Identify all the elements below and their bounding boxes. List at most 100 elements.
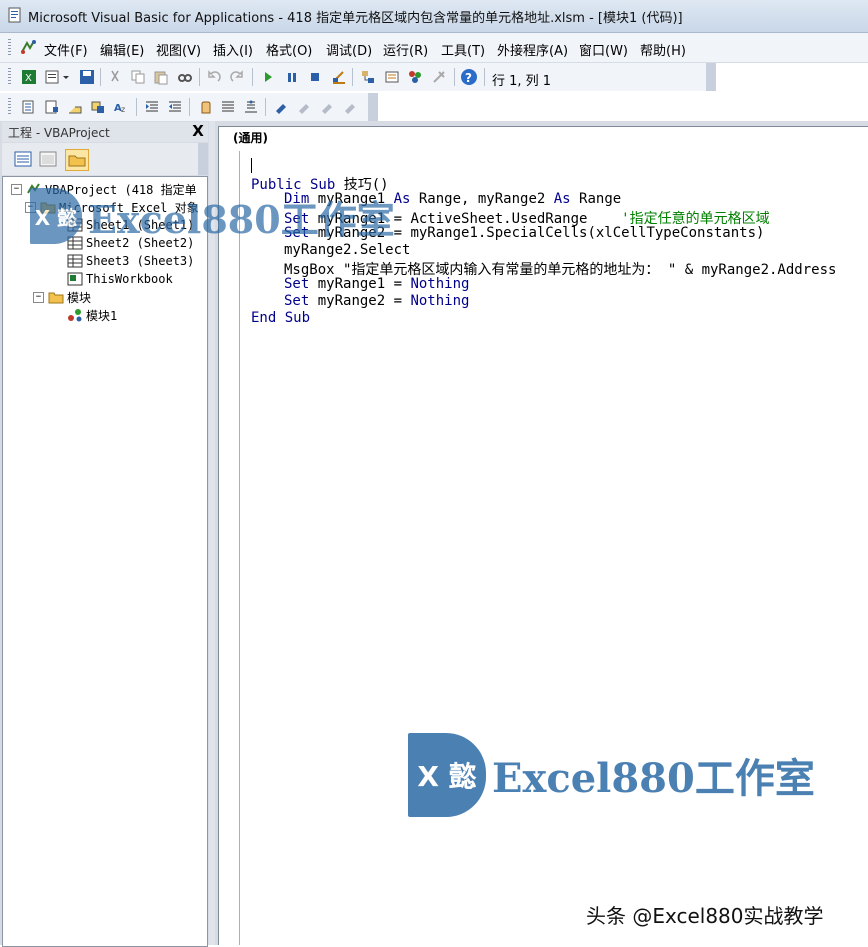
separator (199, 68, 200, 86)
edit-toolbar: Az (0, 93, 378, 121)
menu-bar: 文件(F) 编辑(E) 视图(V) 插入(I) 格式(O) 调试(D) 运行(R… (0, 33, 868, 63)
menu-insert[interactable]: 插入(I) (213, 40, 253, 59)
vba-app-icon (8, 7, 21, 23)
separator (484, 68, 485, 86)
toggle-folders-icon[interactable] (65, 149, 89, 171)
footer-watermark: 头条 @Excel880实战教学 (586, 904, 824, 928)
separator (136, 98, 137, 116)
code-line[interactable]: Set myRange1 = Nothing (284, 276, 469, 292)
menu-tools[interactable]: 工具(T) (441, 40, 485, 59)
next-bookmark-icon[interactable] (295, 98, 313, 116)
close-icon[interactable]: X (190, 122, 206, 140)
module-icon (68, 309, 82, 322)
view-excel-icon[interactable]: X (20, 68, 38, 86)
text-cursor (251, 158, 252, 173)
menu-help[interactable]: 帮助(H) (640, 40, 686, 59)
comment-block-icon[interactable] (219, 98, 237, 116)
separator (252, 68, 253, 86)
svg-text:z: z (121, 105, 125, 114)
toggle-breakpoint-icon[interactable] (196, 98, 214, 116)
save-icon[interactable] (78, 68, 96, 86)
splitter[interactable] (209, 121, 215, 945)
svg-text:?: ? (465, 71, 472, 85)
design-mode-icon[interactable] (330, 68, 348, 86)
view-object-icon[interactable] (37, 149, 59, 169)
outdent-icon[interactable] (166, 98, 184, 116)
menu-edit[interactable]: 编辑(E) (100, 40, 144, 59)
project-explorer-title: 工程 - VBAProject (8, 126, 110, 140)
toggle-bookmark-icon[interactable] (272, 98, 290, 116)
menu-view[interactable]: 视图(V) (156, 40, 201, 59)
indent-icon[interactable] (143, 98, 161, 116)
cut-icon[interactable] (106, 68, 124, 86)
toolbar-overflow[interactable] (198, 143, 208, 175)
vba-menu-icon[interactable] (18, 38, 38, 56)
menu-addins[interactable]: 外接程序(A) (497, 40, 568, 59)
separator (100, 68, 101, 86)
toolbar-overflow[interactable] (706, 63, 716, 91)
find-icon[interactable] (176, 68, 194, 86)
list-constants-icon[interactable] (43, 98, 61, 116)
undo-icon[interactable] (205, 68, 223, 86)
toolbar-grip[interactable] (8, 39, 11, 57)
complete-word-icon[interactable]: Az (112, 98, 130, 116)
properties-icon[interactable] (383, 68, 401, 86)
project-explorer-icon[interactable] (359, 68, 377, 86)
separator (265, 98, 266, 116)
menu-file[interactable]: 文件(F) (44, 40, 88, 59)
dropdown-arrow-icon[interactable] (61, 68, 71, 86)
menu-format[interactable]: 格式(O) (266, 40, 312, 59)
tree-item-module1[interactable]: 模块1 (67, 306, 117, 324)
watermark-logo-icon: X 懿 (30, 188, 82, 244)
run-icon[interactable] (259, 68, 277, 86)
separator (352, 68, 353, 86)
standard-toolbar: X ? 行 1, 列 1 (0, 63, 716, 91)
redo-icon[interactable] (228, 68, 246, 86)
code-window-header: (通用) (218, 126, 868, 152)
collapse-icon[interactable]: − (11, 183, 22, 195)
toolbar-grip[interactable] (8, 98, 11, 116)
tree-item-thisworkbook[interactable]: ThisWorkbook (67, 270, 173, 288)
menu-window[interactable]: 窗口(W) (579, 40, 628, 59)
separator (454, 68, 455, 86)
code-line[interactable]: myRange2.Select (284, 242, 410, 258)
project-explorer-header: 工程 - VBAProject X (2, 122, 208, 142)
toolbox-icon[interactable] (430, 68, 448, 86)
collapse-icon[interactable]: − (33, 291, 44, 303)
title-bar: Microsoft Visual Basic for Applications … (0, 0, 868, 33)
watermark-brand: Excel880工作室 (88, 196, 395, 242)
toolbar-overflow[interactable] (368, 93, 378, 121)
object-browser-icon[interactable] (406, 68, 424, 86)
code-line[interactable]: Set myRange2 = Nothing (284, 293, 469, 309)
menu-debug[interactable]: 调试(D) (326, 40, 372, 59)
list-properties-icon[interactable] (20, 98, 38, 116)
workbook-icon (67, 272, 83, 286)
cursor-position: 行 1, 列 1 (492, 74, 552, 89)
tree-item-modules[interactable]: − 模块 (33, 288, 91, 306)
copy-icon[interactable] (129, 68, 147, 86)
quick-info-icon[interactable] (66, 98, 84, 116)
pause-icon[interactable] (283, 68, 301, 86)
object-combobox[interactable]: (通用) (219, 127, 379, 151)
watermark-logo-icon: X 懿 (408, 733, 486, 817)
view-code-icon[interactable] (12, 149, 34, 169)
stop-icon[interactable] (306, 68, 324, 86)
parameter-info-icon[interactable] (89, 98, 107, 116)
insert-module-icon[interactable] (43, 68, 61, 86)
clear-bookmarks-icon[interactable] (341, 98, 359, 116)
folder-icon (48, 292, 64, 304)
project-tree: − VBAProject (418 指定单 − Microsoft Excel … (2, 176, 208, 947)
watermark-brand: Excel880工作室 (492, 755, 815, 802)
paste-icon[interactable] (152, 68, 170, 86)
help-icon[interactable]: ? (460, 68, 478, 86)
toolbar-grip[interactable] (8, 68, 11, 86)
previous-bookmark-icon[interactable] (318, 98, 336, 116)
separator (189, 98, 190, 116)
watermark-logo-top: X 懿 Excel880工作室 (30, 188, 395, 244)
code-line[interactable]: End Sub (251, 310, 310, 326)
window-title: Microsoft Visual Basic for Applications … (28, 11, 683, 26)
menu-run[interactable]: 运行(R) (383, 40, 428, 59)
svg-text:X: X (25, 73, 32, 84)
tree-item-sheet3[interactable]: Sheet3 (Sheet3) (67, 252, 194, 270)
uncomment-block-icon[interactable] (242, 98, 260, 116)
